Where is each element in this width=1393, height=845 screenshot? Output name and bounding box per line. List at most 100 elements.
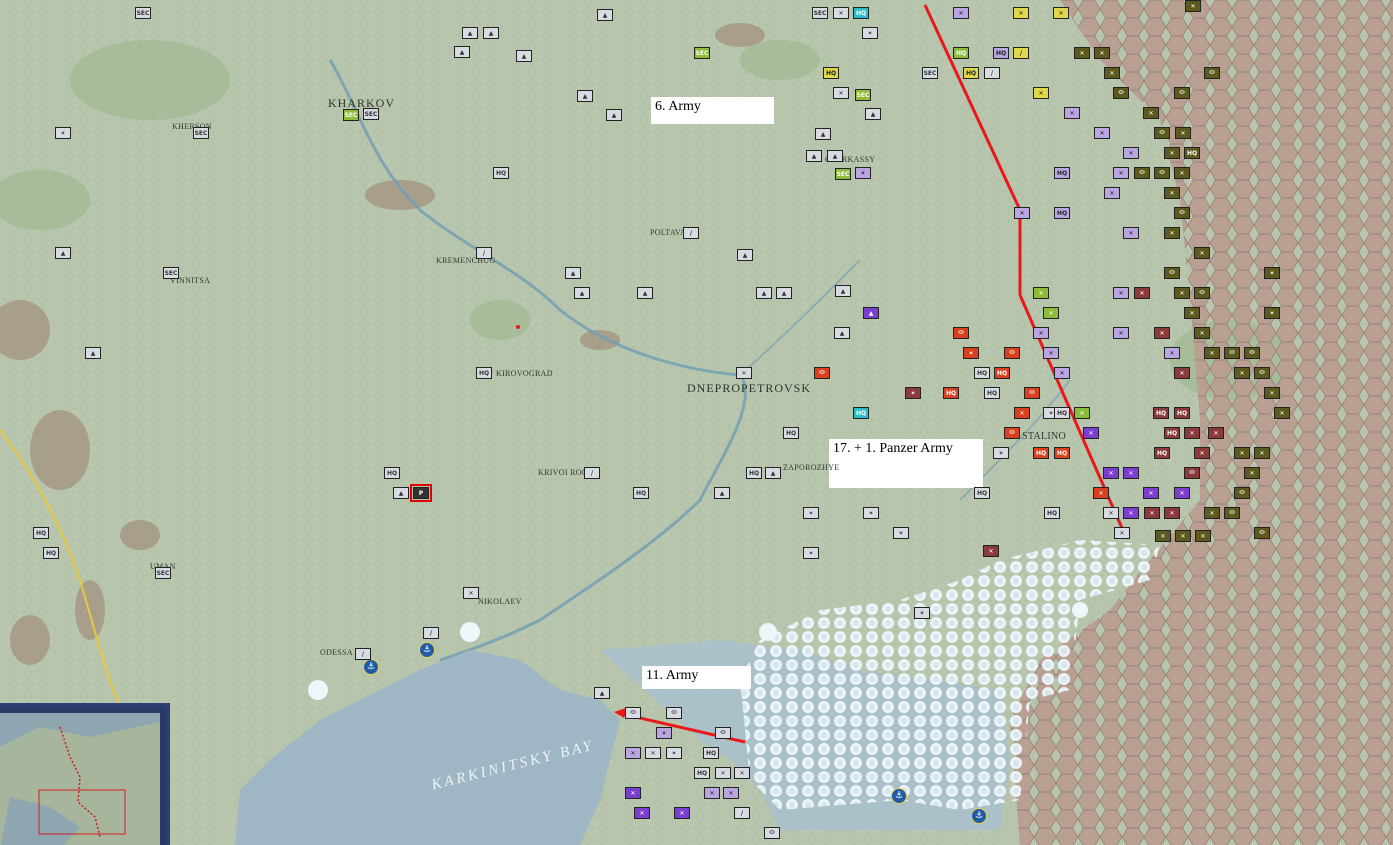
unit-counter-headquarters[interactable]: [746, 467, 762, 479]
unit-counter-mountain[interactable]: [806, 150, 822, 162]
unit-counter-infantry[interactable]: [1014, 407, 1030, 419]
unit-counter-mountain[interactable]: [85, 347, 101, 359]
unit-counter-mountain[interactable]: [863, 307, 879, 319]
unit-counter-headquarters[interactable]: [974, 367, 990, 379]
unit-counter-airborne[interactable]: [803, 547, 819, 559]
unit-counter-panzer[interactable]: [1194, 287, 1210, 299]
unit-counter-infantry[interactable]: [1244, 467, 1260, 479]
unit-counter-headquarters[interactable]: [694, 767, 710, 779]
unit-counter-security[interactable]: [155, 567, 171, 579]
unit-counter-infantry[interactable]: [1174, 167, 1190, 179]
unit-counter-infantry[interactable]: [1164, 147, 1180, 159]
unit-counter-infantry[interactable]: [1123, 507, 1139, 519]
unit-counter-mountain[interactable]: [776, 287, 792, 299]
unit-counter-headquarters[interactable]: [1044, 507, 1060, 519]
unit-counter-infantry[interactable]: [1043, 307, 1059, 319]
unit-counter-infantry[interactable]: [1204, 507, 1220, 519]
unit-counter-mountain[interactable]: [55, 247, 71, 259]
unit-counter-infantry[interactable]: [625, 787, 641, 799]
unit-counter-panzer[interactable]: [1113, 87, 1129, 99]
unit-counter-infantry[interactable]: [704, 787, 720, 799]
unit-counter-panzer[interactable]: [1004, 347, 1020, 359]
unit-counter-mountain[interactable]: [454, 46, 470, 58]
unit-counter-panzer[interactable]: [666, 707, 682, 719]
unit-counter-headquarters[interactable]: [953, 47, 969, 59]
unit-counter-headquarters[interactable]: [1054, 407, 1070, 419]
unit-counter-infantry[interactable]: [723, 787, 739, 799]
unit-counter-infantry[interactable]: [1134, 287, 1150, 299]
unit-counter-headquarters[interactable]: [1054, 207, 1070, 219]
unit-counter-infantry[interactable]: [1164, 347, 1180, 359]
unit-counter-headquarters[interactable]: [384, 467, 400, 479]
unit-counter-infantry[interactable]: [953, 7, 969, 19]
unit-counter-mountain[interactable]: [865, 108, 881, 120]
unit-counter-panzer[interactable]: [625, 707, 641, 719]
unit-counter-infantry[interactable]: [1113, 287, 1129, 299]
unit-counter-panzer[interactable]: [1204, 67, 1220, 79]
unit-counter-infantry[interactable]: [1155, 530, 1171, 542]
unit-counter-infantry[interactable]: [1054, 367, 1070, 379]
unit-counter-infantry[interactable]: [1175, 127, 1191, 139]
unit-counter-infantry[interactable]: [1174, 367, 1190, 379]
unit-counter-infantry[interactable]: [1274, 407, 1290, 419]
unit-counter-airborne[interactable]: [855, 167, 871, 179]
port-anchor-icon[interactable]: ⚓: [363, 659, 379, 675]
unit-counter-mountain[interactable]: [815, 128, 831, 140]
unit-counter-headquarters[interactable]: [1174, 407, 1190, 419]
unit-counter-panzer[interactable]: [1164, 267, 1180, 279]
unit-counter-infantry[interactable]: [1033, 327, 1049, 339]
unit-counter-cavalry[interactable]: [1013, 47, 1029, 59]
unit-counter-mountain[interactable]: [756, 287, 772, 299]
unit-counter-infantry[interactable]: [1154, 327, 1170, 339]
unit-counter-headquarters[interactable]: [974, 487, 990, 499]
unit-counter-infantry[interactable]: [1143, 487, 1159, 499]
unit-counter-airborne[interactable]: [893, 527, 909, 539]
unit-counter-infantry[interactable]: [625, 747, 641, 759]
unit-counter-cavalry[interactable]: [584, 467, 600, 479]
unit-counter-infantry[interactable]: [1074, 407, 1090, 419]
unit-counter-mountain[interactable]: [577, 90, 593, 102]
unit-counter-airborne[interactable]: [55, 127, 71, 139]
unit-counter-mountain[interactable]: [606, 109, 622, 121]
unit-counter-panzer[interactable]: [764, 827, 780, 839]
unit-counter-headquarters[interactable]: [1033, 447, 1049, 459]
unit-counter-infantry[interactable]: [833, 7, 849, 19]
unit-counter-headquarters[interactable]: [943, 387, 959, 399]
unit-counter-infantry[interactable]: [1113, 327, 1129, 339]
unit-counter-mountain[interactable]: [574, 287, 590, 299]
unit-counter-infantry[interactable]: [1254, 447, 1270, 459]
unit-counter-mountain[interactable]: [737, 249, 753, 261]
unit-counter-infantry[interactable]: [1064, 107, 1080, 119]
unit-counter-panzer[interactable]: [1174, 207, 1190, 219]
unit-counter-panzer[interactable]: [715, 727, 731, 739]
unit-counter-headquarters[interactable]: [783, 427, 799, 439]
unit-counter-security[interactable]: [363, 108, 379, 120]
unit-counter-infantry[interactable]: [1184, 427, 1200, 439]
strategic-map[interactable]: 6. Army 17. + 1. Panzer Army 11. Army DN…: [0, 0, 1393, 845]
unit-counter-headquarters[interactable]: [476, 367, 492, 379]
unit-counter-security[interactable]: [135, 7, 151, 19]
unit-counter-airborne[interactable]: [993, 447, 1009, 459]
unit-counter-headquarters[interactable]: [853, 407, 869, 419]
unit-counter-security[interactable]: [343, 109, 359, 121]
unit-counter-infantry[interactable]: [1175, 530, 1191, 542]
unit-counter-infantry[interactable]: [1104, 67, 1120, 79]
unit-counter-panzer[interactable]: [1244, 347, 1260, 359]
unit-counter-mountain[interactable]: [483, 27, 499, 39]
unit-counter-mountain[interactable]: [393, 487, 409, 499]
unit-counter-mountain[interactable]: [516, 50, 532, 62]
unit-counter-cavalry[interactable]: [476, 247, 492, 259]
unit-counter-headquarters[interactable]: [853, 7, 869, 19]
unit-counter-infantry[interactable]: [1164, 227, 1180, 239]
unit-counter-headquarters[interactable]: [1154, 447, 1170, 459]
unit-counter-mountain[interactable]: [597, 9, 613, 21]
unit-counter-security[interactable]: [812, 7, 828, 19]
unit-counter-headquarters[interactable]: [1184, 147, 1200, 159]
unit-counter-infantry[interactable]: [1074, 47, 1090, 59]
unit-counter-airborne[interactable]: [963, 347, 979, 359]
unit-counter-infantry[interactable]: [645, 747, 661, 759]
minimap[interactable]: [0, 703, 170, 845]
unit-counter-panzer[interactable]: [1004, 427, 1020, 439]
unit-counter-infantry[interactable]: [634, 807, 650, 819]
unit-counter-panzer[interactable]: [1024, 387, 1040, 399]
